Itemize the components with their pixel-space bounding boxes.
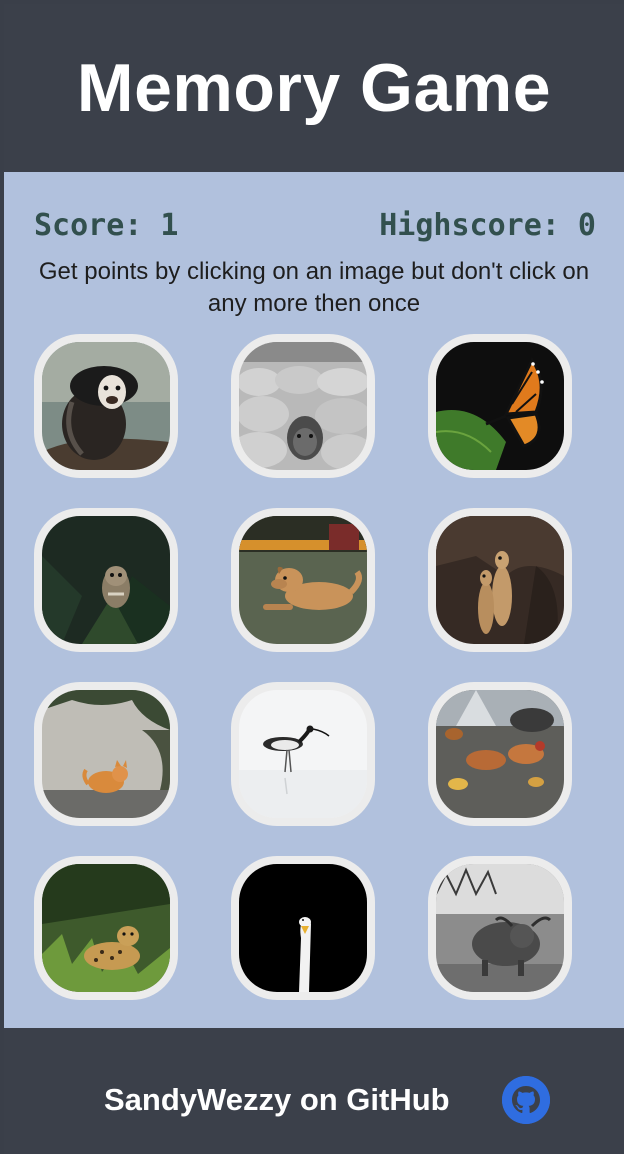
card-leopard[interactable] bbox=[34, 856, 178, 1000]
footer: SandyWezzy on GitHub bbox=[4, 1028, 624, 1154]
highscore-label: Highscore: 0 bbox=[379, 208, 596, 243]
score-label: Score: 1 bbox=[34, 208, 179, 243]
card-cat[interactable] bbox=[34, 682, 178, 826]
page-title: Memory Game bbox=[76, 50, 552, 126]
card-cow[interactable] bbox=[428, 856, 572, 1000]
card-chicken[interactable] bbox=[428, 682, 572, 826]
card-swan[interactable] bbox=[231, 856, 375, 1000]
sheep-photo bbox=[239, 342, 367, 470]
card-butterfly[interactable] bbox=[428, 334, 572, 478]
meerkat-photo bbox=[436, 516, 564, 644]
header: Memory Game bbox=[4, 4, 624, 172]
card-bird[interactable] bbox=[231, 682, 375, 826]
bird-photo bbox=[239, 690, 367, 818]
github-credit-link[interactable]: SandyWezzy on GitHub bbox=[104, 1082, 450, 1118]
butterfly-photo bbox=[436, 342, 564, 470]
card-grid bbox=[34, 334, 574, 1000]
owl-photo bbox=[42, 516, 170, 644]
card-monkey[interactable] bbox=[34, 334, 178, 478]
github-icon[interactable] bbox=[502, 1076, 550, 1124]
instructions: Get points by clicking on an image but d… bbox=[38, 258, 590, 317]
cow-photo bbox=[436, 864, 564, 992]
monkey-photo bbox=[42, 342, 170, 470]
swan-photo bbox=[239, 864, 367, 992]
card-owl[interactable] bbox=[34, 508, 178, 652]
card-sheep[interactable] bbox=[231, 334, 375, 478]
scoreboard: Score: 1 Highscore: 0 bbox=[34, 208, 596, 243]
cat-photo bbox=[42, 690, 170, 818]
card-meerkat[interactable] bbox=[428, 508, 572, 652]
dog-photo bbox=[239, 516, 367, 644]
game-board: Score: 1 Highscore: 0 Get points by clic… bbox=[4, 172, 624, 1028]
chicken-photo bbox=[436, 690, 564, 818]
leopard-photo bbox=[42, 864, 170, 992]
card-dog[interactable] bbox=[231, 508, 375, 652]
